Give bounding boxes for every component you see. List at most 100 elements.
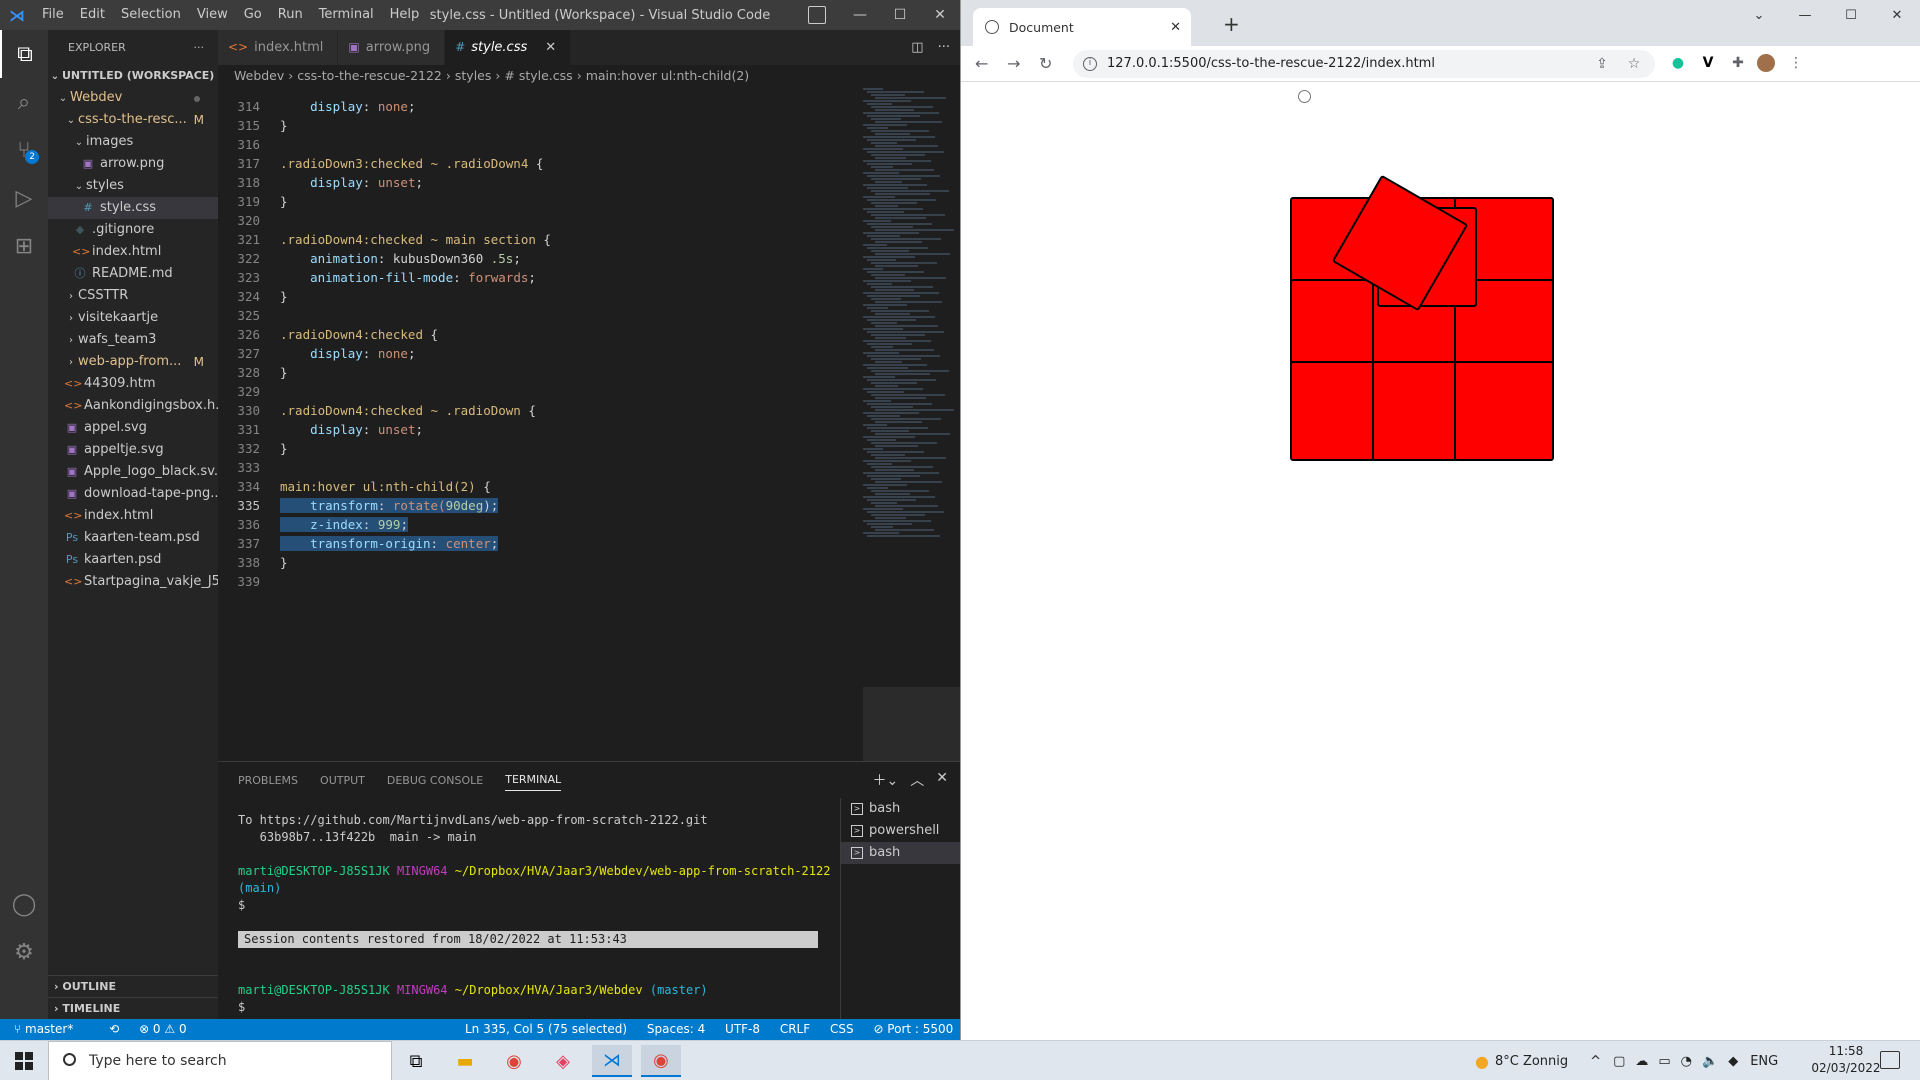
file-item[interactable]: <> Aankondigingsbox.h... <box>48 395 218 417</box>
terminal-instance[interactable]: > bash <box>841 798 960 820</box>
taskbar-search[interactable]: Type here to search <box>48 1041 392 1080</box>
reload-icon[interactable]: ↻ <box>1039 54 1052 73</box>
sync-icon[interactable]: ⟲ <box>109 1022 119 1036</box>
terminal-instance[interactable]: > powershell <box>841 820 960 842</box>
chrome-icon[interactable]: ◉ <box>494 1045 534 1077</box>
close-panel-icon[interactable]: ✕ <box>936 770 948 790</box>
breadcrumb-item[interactable]: Webdev <box>234 68 284 83</box>
minimize-button[interactable]: — <box>840 0 880 30</box>
folder-item[interactable]: ⌄ styles <box>48 175 218 197</box>
grammarly-icon[interactable]: ● <box>1669 54 1687 72</box>
source-control-icon[interactable]: ⑂ 2 <box>0 126 48 174</box>
back-arrow-icon[interactable]: ← <box>975 54 988 73</box>
new-tab-button[interactable]: + <box>1223 12 1240 36</box>
file-item[interactable]: ⓘ README.md <box>48 263 218 285</box>
search-icon[interactable]: ⌕ <box>0 78 48 126</box>
display-icon[interactable]: ▭ <box>1658 1054 1670 1069</box>
account-icon[interactable]: ◯ <box>0 880 48 928</box>
cursor-position[interactable]: Ln 335, Col 5 (75 selected) <box>465 1022 627 1036</box>
volume-icon[interactable]: 🔈 <box>1702 1054 1718 1069</box>
language-indicator[interactable]: ENG <box>1750 1054 1778 1069</box>
menu-view[interactable]: View <box>189 0 236 30</box>
folder-item[interactable]: ⌄ css-to-the-resc... M <box>48 109 218 131</box>
more-actions-icon[interactable]: ··· <box>194 30 205 65</box>
file-item[interactable]: Ps kaarten.psd <box>48 549 218 571</box>
cloud-icon[interactable]: ☁ <box>1635 1054 1648 1069</box>
terminal-instance[interactable]: > bash <box>841 842 960 864</box>
file-item[interactable]: <> index.html <box>48 505 218 527</box>
cube-tile[interactable] <box>1454 361 1554 461</box>
branch-status[interactable]: ⑂ master* <box>14 1022 89 1036</box>
forward-arrow-icon[interactable]: → <box>1007 54 1020 73</box>
notifications-icon[interactable] <box>1880 1051 1900 1069</box>
extensions-icon[interactable]: ⊞ <box>0 222 48 270</box>
file-item[interactable]: <> 44309.htm <box>48 373 218 395</box>
vscode-taskbar-icon[interactable]: ⋊ <box>592 1045 632 1077</box>
line-endings[interactable]: CRLF <box>780 1022 810 1036</box>
star-icon[interactable]: ☆ <box>1625 55 1643 73</box>
chevron-up-icon[interactable]: ^ <box>1590 1054 1601 1069</box>
outline-section[interactable]: › OUTLINE <box>48 975 218 997</box>
close-tab-icon[interactable]: ✕ <box>1170 20 1181 35</box>
maximize-panel-icon[interactable]: ︿ <box>910 770 924 790</box>
timeline-section[interactable]: › TIMELINE <box>48 997 218 1019</box>
weather-text[interactable]: 8°C Zonnig <box>1495 1054 1568 1069</box>
meet-now-icon[interactable]: ▢ <box>1613 1054 1625 1069</box>
tab-index-html[interactable]: <> index.html <box>218 30 339 65</box>
file-item[interactable]: <> Startpagina_vakje_J5... <box>48 571 218 593</box>
new-terminal-icon[interactable]: ＋⌄ <box>873 770 899 790</box>
file-item[interactable]: <> index.html <box>48 241 218 263</box>
file-item[interactable]: ▣ appel.svg <box>48 417 218 439</box>
share-icon[interactable]: ⇪ <box>1593 55 1611 73</box>
file-item[interactable]: Ps kaarten-team.psd <box>48 527 218 549</box>
breadcrumb-item[interactable]: # style.css <box>504 68 572 83</box>
minimap-slider[interactable] <box>863 687 960 761</box>
close-button[interactable]: ✕ <box>1874 0 1920 30</box>
folder-item[interactable]: › web-app-from... M <box>48 351 218 373</box>
layout-toggle-icon[interactable] <box>808 6 826 24</box>
file-item[interactable]: ▣ download-tape-png... <box>48 483 218 505</box>
run-debug-icon[interactable]: ▷ <box>0 174 48 222</box>
live-server-port[interactable]: ⊘ Port : 5500 <box>873 1022 953 1036</box>
folder-item[interactable]: ⌄ images <box>48 131 218 153</box>
address-bar[interactable]: i 127.0.0.1:5500/css-to-the-rescue-2122/… <box>1073 50 1655 78</box>
tab-search-icon[interactable]: ⌄ <box>1736 0 1782 30</box>
close-icon[interactable]: ✕ <box>545 40 556 55</box>
menu-terminal[interactable]: Terminal <box>311 0 382 30</box>
file-item[interactable]: ▣ appeltje.svg <box>48 439 218 461</box>
file-item[interactable]: ◆ .gitignore <box>48 219 218 241</box>
menu-go[interactable]: Go <box>236 0 270 30</box>
dropbox-icon[interactable]: ◆ <box>1728 1054 1738 1069</box>
file-item[interactable]: ▣ Apple_logo_black.sv... <box>48 461 218 483</box>
code-editor[interactable]: 314 display: none; 315} 316 317 .radioDown3:… <box>218 87 863 761</box>
minimize-button[interactable]: — <box>1782 0 1828 30</box>
creative-cloud-icon[interactable]: ◈ <box>543 1045 583 1077</box>
menu-selection[interactable]: Selection <box>113 0 189 30</box>
breadcrumb-item[interactable]: css-to-the-rescue-2122 <box>297 68 442 83</box>
folder-item[interactable]: › wafs_team3 <box>48 329 218 351</box>
panel-tab-output[interactable]: OUTPUT <box>320 770 365 791</box>
start-button[interactable] <box>0 1041 48 1080</box>
browser-menu-icon[interactable]: ⋮ <box>1787 54 1805 72</box>
extensions-puzzle-icon[interactable]: ✚ <box>1729 54 1747 72</box>
task-view-icon[interactable]: ⧉ <box>396 1045 436 1077</box>
menu-edit[interactable]: Edit <box>72 0 113 30</box>
maximize-button[interactable]: ☐ <box>1828 0 1874 30</box>
close-button[interactable]: ✕ <box>920 0 960 30</box>
panel-tab-problems[interactable]: PROBLEMS <box>238 770 298 791</box>
panel-tab-terminal[interactable]: TERMINAL <box>505 769 562 791</box>
menu-run[interactable]: Run <box>270 0 311 30</box>
site-info-icon[interactable]: i <box>1083 57 1097 71</box>
file-item[interactable]: ▣ arrow.png <box>48 153 218 175</box>
tab-style-css[interactable]: # style.css ✕ <box>445 30 572 65</box>
breadcrumb-item[interactable]: main:hover ul:nth-child(2) <box>586 68 749 83</box>
extension-v-icon[interactable]: V <box>1699 54 1717 72</box>
indentation[interactable]: Spaces: 4 <box>647 1022 705 1036</box>
language-mode[interactable]: CSS <box>830 1022 854 1036</box>
workspace-root[interactable]: ⌄ UNTITLED (WORKSPACE) <box>48 65 218 87</box>
folder-item[interactable]: › CSSTTR <box>48 285 218 307</box>
browser-tab[interactable]: Document ✕ <box>973 8 1191 46</box>
settings-gear-icon[interactable]: ⚙ <box>0 928 48 976</box>
minimap[interactable] <box>863 87 960 761</box>
chrome-taskbar-icon[interactable]: ◉ <box>641 1045 681 1077</box>
